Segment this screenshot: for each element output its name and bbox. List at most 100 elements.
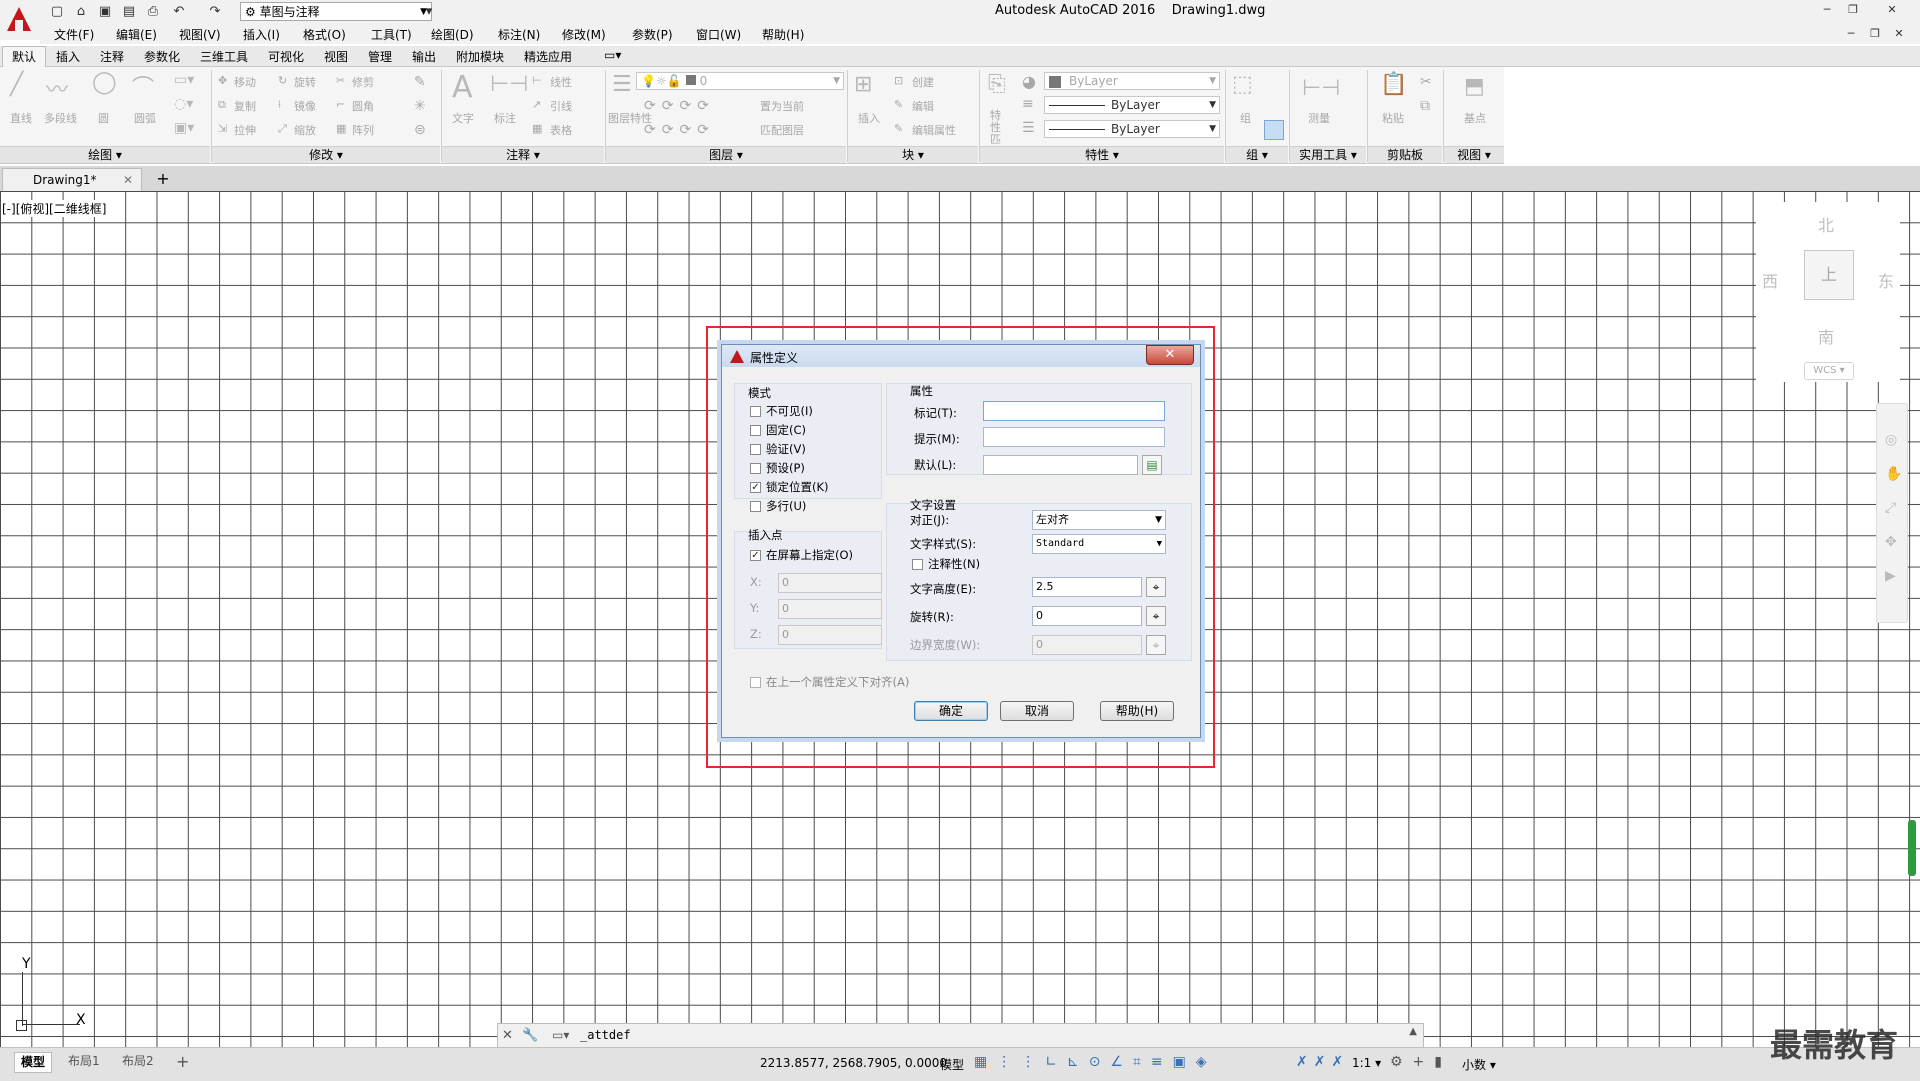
text-height-pick-icon[interactable]: ⌖: [1146, 577, 1166, 597]
linear-dim-button[interactable]: 线性: [550, 74, 572, 90]
edit-attribute-button[interactable]: 编辑属性: [912, 122, 956, 138]
annotation-toggles[interactable]: ✗✗✗: [1296, 1054, 1349, 1070]
minimize-icon[interactable]: ─: [1816, 2, 1838, 18]
customize-wrench-icon[interactable]: 🔧: [522, 1028, 538, 1043]
annotative-checkbox[interactable]: [912, 559, 923, 570]
workspace-selector[interactable]: ⚙ 草图与注释 ▼: [240, 2, 432, 21]
quick-access-more-icon[interactable]: ▾: [420, 3, 438, 21]
leader-button[interactable]: 引线: [550, 98, 572, 114]
doc-restore-icon[interactable]: ❐: [1864, 26, 1886, 42]
text-style-select[interactable]: Standard ▼: [1032, 534, 1166, 554]
align-below-label[interactable]: 在上一个属性定义下对齐(A): [766, 674, 909, 690]
insert-block-icon[interactable]: ⊞: [854, 72, 872, 97]
menu-parametric[interactable]: 参数(P): [632, 26, 673, 43]
layout-tab-1[interactable]: 布局1: [62, 1052, 106, 1071]
coordinate-readout[interactable]: 2213.8577, 2568.7905, 0.0000: [760, 1056, 947, 1070]
array-button[interactable]: 阵列: [352, 122, 374, 138]
tab-3d-tools[interactable]: 三维工具: [200, 48, 248, 65]
ok-button[interactable]: 确定: [914, 701, 988, 721]
wcs-menu[interactable]: WCS ▾: [1804, 362, 1854, 380]
menu-view[interactable]: 视图(V): [179, 26, 221, 43]
panel-title-view[interactable]: 视图 ▾: [1444, 146, 1504, 163]
add-layout-icon[interactable]: +: [170, 1052, 195, 1071]
panel-title-layers[interactable]: 图层 ▾: [606, 146, 846, 163]
default-input[interactable]: [983, 455, 1138, 475]
align-below-checkbox[interactable]: [750, 677, 761, 688]
help-button[interactable]: 帮助(H): [1100, 701, 1174, 721]
layer-tools-row1-icon[interactable]: ⟳⟳⟳⟳: [644, 98, 715, 114]
panel-title-draw[interactable]: 绘图 ▾: [0, 146, 210, 163]
multiline-checkbox[interactable]: [750, 501, 761, 512]
workspace-toggles[interactable]: ⚙+▮: [1390, 1054, 1452, 1070]
scrollbar-thumb[interactable]: [1908, 820, 1916, 876]
match-layer-button[interactable]: 匹配图层: [760, 122, 804, 138]
menu-insert[interactable]: 插入(I): [243, 26, 280, 43]
command-input[interactable]: _attdef: [580, 1028, 631, 1042]
base-view-button[interactable]: 基点: [1464, 110, 1486, 126]
dimension-button[interactable]: 标注: [494, 110, 516, 126]
ribbon-toggle-icon[interactable]: ▭▾: [604, 48, 621, 62]
menu-edit[interactable]: 编辑(E): [116, 26, 157, 43]
invisible-checkbox[interactable]: [750, 406, 761, 417]
doc-close-icon[interactable]: ✕: [1888, 26, 1910, 42]
viewcube-east[interactable]: 东: [1878, 268, 1894, 292]
fillet-button[interactable]: 圆角: [352, 98, 374, 114]
print-icon[interactable]: ⎙: [144, 3, 162, 21]
command-history-icon[interactable]: ▲: [1409, 1026, 1417, 1037]
viewcube-west[interactable]: 西: [1762, 268, 1778, 292]
tab-output[interactable]: 输出: [412, 48, 436, 65]
lock-position-label[interactable]: 锁定位置(K): [766, 479, 829, 495]
verify-checkbox[interactable]: [750, 444, 761, 455]
undo-icon[interactable]: ↶: [170, 3, 188, 21]
menu-tools[interactable]: 工具(T): [371, 26, 412, 43]
viewport-controls[interactable]: [-][俯视][二维线框]: [2, 200, 107, 217]
text-height-input[interactable]: 2.5: [1032, 577, 1142, 597]
measure-icon[interactable]: ⊢⊣: [1302, 76, 1340, 101]
save-as-icon[interactable]: ▤: [120, 3, 138, 21]
menu-modify[interactable]: 修改(M): [562, 26, 606, 43]
base-view-icon[interactable]: ⬒: [1464, 74, 1485, 99]
viewcube[interactable]: 北 西 东 南 上 WCS ▾: [1756, 202, 1900, 382]
preset-label[interactable]: 预设(P): [766, 460, 805, 476]
text-button[interactable]: 文字: [452, 110, 474, 126]
lock-position-checkbox[interactable]: ✓: [750, 482, 761, 493]
restore-icon[interactable]: ❐: [1842, 2, 1864, 18]
edit-block-button[interactable]: 编辑: [912, 98, 934, 114]
tab-featured-apps[interactable]: 精选应用: [524, 48, 572, 65]
color-dropdown[interactable]: ByLayer ▼: [1044, 72, 1220, 90]
hatch-icon[interactable]: ◌▾: [174, 96, 193, 112]
dialog-title-bar[interactable]: 属性定义 ✕: [722, 345, 1200, 367]
doc-minimize-icon[interactable]: ─: [1840, 26, 1862, 42]
showmotion-icon[interactable]: ▶: [1885, 568, 1896, 584]
panel-title-utilities[interactable]: 实用工具 ▾: [1290, 146, 1366, 163]
dialog-close-button[interactable]: ✕: [1146, 345, 1194, 365]
text-icon[interactable]: A: [452, 70, 473, 105]
viewcube-north[interactable]: 北: [1818, 212, 1834, 236]
stretch-button[interactable]: 拉伸: [234, 122, 256, 138]
invisible-label[interactable]: 不可见(I): [766, 403, 813, 419]
dimension-icon[interactable]: ⊢⊣: [490, 72, 528, 97]
open-file-icon[interactable]: ⌂: [72, 3, 90, 21]
measure-button[interactable]: 测量: [1308, 110, 1330, 126]
prompt-input[interactable]: [983, 427, 1165, 447]
lineweight-dropdown[interactable]: ByLayer ▼: [1044, 120, 1220, 138]
layer-dropdown[interactable]: 💡☼🔓 0 ▼: [636, 72, 844, 90]
tab-default[interactable]: 默认: [12, 48, 36, 65]
layout-tab-model[interactable]: 模型: [14, 1052, 53, 1073]
trim-button[interactable]: 修剪: [352, 74, 374, 90]
arc-button[interactable]: 圆弧: [134, 110, 156, 126]
menu-format[interactable]: 格式(O): [303, 26, 346, 43]
steering-wheel-icon[interactable]: ◎: [1885, 432, 1897, 448]
rectangle-icon[interactable]: ▭▾: [174, 72, 194, 88]
menu-file[interactable]: 文件(F): [54, 26, 94, 43]
tag-input[interactable]: [983, 401, 1165, 421]
close-tab-icon[interactable]: ✕: [123, 169, 133, 192]
match-properties-icon[interactable]: ⎘: [988, 72, 1006, 97]
annotative-label[interactable]: 注释性(N): [928, 556, 980, 572]
panel-title-modify[interactable]: 修改 ▾: [212, 146, 440, 163]
create-block-button[interactable]: 创建: [912, 74, 934, 90]
panel-title-properties[interactable]: 特性 ▾: [980, 146, 1224, 163]
drafting-toggles[interactable]: ▦⋮⋮∟⊾⊙∠⌗≡▣◈: [974, 1054, 1217, 1070]
scale-button[interactable]: 缩放: [294, 122, 316, 138]
y-coordinate-input[interactable]: 0: [778, 599, 882, 619]
